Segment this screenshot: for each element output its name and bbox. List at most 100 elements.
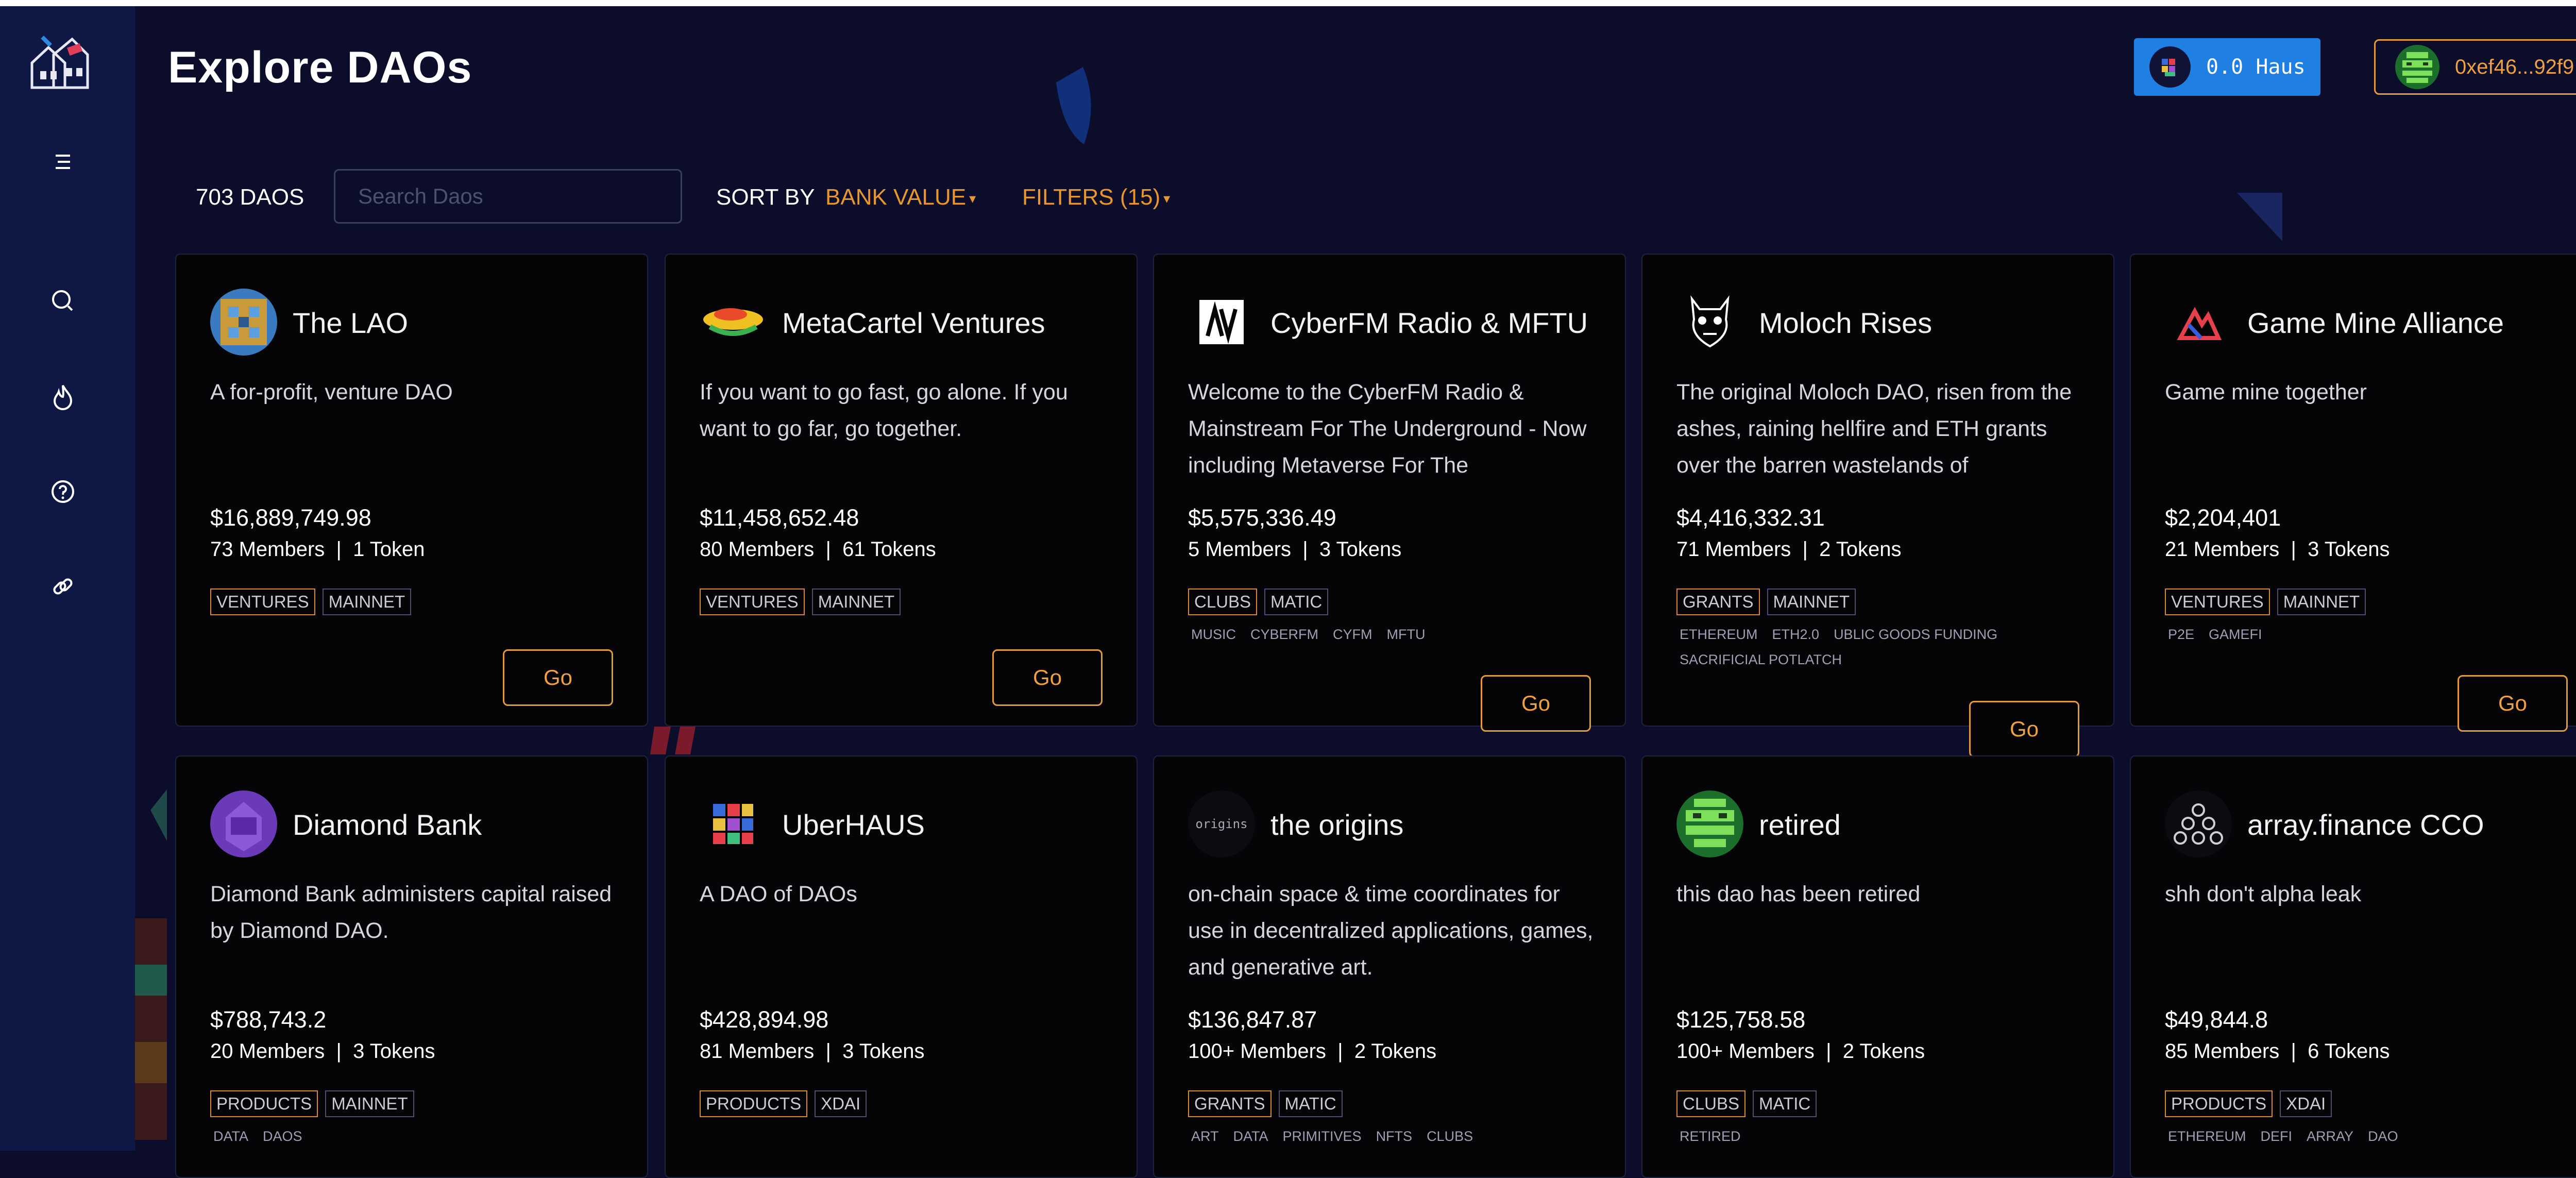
dao-description: Welcome to the CyberFM Radio & Mainstrea… xyxy=(1188,380,1587,478)
window-top-strip xyxy=(0,0,2576,6)
haus-balance-button[interactable]: 0.0 Haus xyxy=(2134,38,2320,96)
dao-card: Diamond Bank Diamond Bank administers ca… xyxy=(175,755,648,1178)
dao-tags: VENTURES MAINNET xyxy=(2165,588,2366,615)
dao-tags: PRODUCTS XDAI xyxy=(2165,1090,2332,1117)
purpose-tag: VENTURES xyxy=(700,588,805,615)
dao-keywords: ART DATA PRIMITIVES NFTS CLUBS xyxy=(1191,1129,1614,1145)
dao-name: MetaCartel Ventures xyxy=(782,307,1045,339)
keyword: ARRAY xyxy=(2307,1129,2354,1144)
dao-stats: 100+ Members | 2 Tokens xyxy=(1188,1040,1437,1063)
keyword: DAO xyxy=(2368,1129,2398,1144)
chevron-down-icon: ▾ xyxy=(1163,190,1171,206)
daohaus-logo[interactable] xyxy=(25,32,93,94)
dao-name: The LAO xyxy=(293,307,409,339)
dao-bank-value: $11,458,652.48 xyxy=(700,504,859,531)
sidebar xyxy=(0,6,135,1151)
dao-card: array.finance CCO shh don't alpha leak $… xyxy=(2130,755,2576,1178)
dao-keywords: P2E GAMEFI xyxy=(2168,627,2576,643)
network-tag: MATIC xyxy=(1753,1090,1817,1117)
purpose-tag: PRODUCTS xyxy=(210,1090,318,1117)
dao-bank-value: $428,894.98 xyxy=(700,1006,829,1033)
dao-avatar xyxy=(700,790,767,857)
dao-tags: VENTURES MAINNET xyxy=(210,588,412,615)
link-icon[interactable] xyxy=(42,566,83,607)
chevron-down-icon: ▾ xyxy=(969,190,976,206)
filters-dropdown[interactable]: FILTERS (15) ▾ xyxy=(1022,184,1170,210)
purpose-tag: GRANTS xyxy=(1676,588,1760,615)
dao-tags: VENTURES MAINNET xyxy=(700,588,901,615)
dao-name: UberHAUS xyxy=(782,809,925,841)
dao-stats: 100+ Members | 2 Tokens xyxy=(1676,1040,1925,1063)
purpose-tag: GRANTS xyxy=(1188,1090,1272,1117)
go-button[interactable]: Go xyxy=(1969,701,2079,758)
dao-name: retired xyxy=(1759,809,1841,841)
dao-bank-value: $2,204,401 xyxy=(2165,504,2281,531)
dao-keywords: MUSIC CYBERFM CYFM MFTU xyxy=(1191,627,1614,643)
keyword: NFTS xyxy=(1376,1129,1413,1144)
purpose-tag: CLUBS xyxy=(1188,588,1258,615)
dao-avatar: origins xyxy=(1188,790,1255,857)
dao-bank-value: $136,847.87 xyxy=(1188,1006,1317,1033)
dao-stats: 73 Members | 1 Token xyxy=(210,538,425,561)
sort-dropdown[interactable]: BANK VALUE ▾ xyxy=(825,184,976,210)
filters-label: FILTERS (15) xyxy=(1022,184,1161,210)
keyword: DATA xyxy=(1233,1129,1268,1144)
uberhaus-icon xyxy=(2149,46,2191,88)
dao-bank-value: $16,889,749.98 xyxy=(210,504,371,531)
haus-balance-label: 0.0 Haus xyxy=(2206,55,2306,79)
keyword: MUSIC xyxy=(1191,627,1236,642)
sort-by-label: SORT BY xyxy=(716,184,815,210)
purpose-tag: PRODUCTS xyxy=(700,1090,808,1117)
help-circle-icon[interactable] xyxy=(42,471,83,512)
dao-tags: CLUBS MATIC xyxy=(1676,1090,1817,1117)
dao-bank-value: $788,743.2 xyxy=(210,1006,327,1033)
go-button[interactable]: Go xyxy=(992,649,1103,706)
keyword: DATA xyxy=(213,1129,249,1144)
dao-card: The LAO A for-profit, venture DAO $16,88… xyxy=(175,254,648,727)
go-button[interactable]: Go xyxy=(503,649,613,706)
search-input[interactable] xyxy=(334,169,682,224)
keyword: DEFI xyxy=(2260,1129,2293,1144)
dao-description: A DAO of DAOs xyxy=(700,882,857,906)
wallet-address-button[interactable]: 0xef46...92f9 xyxy=(2374,39,2576,95)
dao-stats: 85 Members | 6 Tokens xyxy=(2165,1040,2390,1063)
dao-bank-value: $49,844.8 xyxy=(2165,1006,2268,1033)
dao-description: If you want to go fast, go alone. If you… xyxy=(700,380,1068,441)
dao-description: shh don't alpha leak xyxy=(2165,882,2362,906)
dao-tags: PRODUCTS XDAI xyxy=(700,1090,867,1117)
dao-card: MetaCartel Ventures If you want to go fa… xyxy=(665,254,1138,727)
dao-card: UberHAUS A DAO of DAOs $428,894.98 81 Me… xyxy=(665,755,1138,1178)
keyword: MFTU xyxy=(1386,627,1426,642)
dao-name: CyberFM Radio & MFTU xyxy=(1270,307,1588,339)
dao-avatar xyxy=(2165,790,2232,857)
dao-name: Diamond Bank xyxy=(293,809,482,841)
network-tag: XDAI xyxy=(815,1090,867,1117)
purpose-tag: CLUBS xyxy=(1676,1090,1746,1117)
dao-keywords: RETIRED xyxy=(1680,1129,2102,1145)
network-tag: MAINNET xyxy=(322,588,412,615)
search-icon[interactable] xyxy=(42,280,83,322)
network-tag: MATIC xyxy=(1264,588,1329,615)
dao-card: retired this dao has been retired $125,7… xyxy=(1641,755,2114,1178)
go-button[interactable]: Go xyxy=(1481,675,1591,732)
flame-icon[interactable] xyxy=(42,376,83,417)
wallet-avatar-icon xyxy=(2395,45,2439,89)
hamburger-menu-icon[interactable] xyxy=(42,141,83,182)
go-button[interactable]: Go xyxy=(2458,675,2568,732)
dao-bank-value: $4,416,332.31 xyxy=(1676,504,1825,531)
network-tag: MAINNET xyxy=(2277,588,2366,615)
dao-card: CyberFM Radio & MFTU Welcome to the Cybe… xyxy=(1153,254,1626,732)
purpose-tag: VENTURES xyxy=(210,588,315,615)
dao-description: on-chain space & time coordinates for us… xyxy=(1188,882,1594,980)
dao-name: Game Mine Alliance xyxy=(2247,307,2504,339)
dao-card: Game Mine Alliance Game mine together $2… xyxy=(2130,254,2576,732)
keyword: ETHEREUM xyxy=(1680,627,1758,642)
network-tag: MAINNET xyxy=(1767,588,1856,615)
keyword: CYBERFM xyxy=(1250,627,1319,642)
dao-keywords: ETHEREUM DEFI ARRAY DAO xyxy=(2168,1129,2576,1145)
keyword: UBLIC GOODS FUNDING xyxy=(1834,627,1998,642)
page-title: Explore DAOs xyxy=(168,43,472,92)
keyword: ETHEREUM xyxy=(2168,1129,2246,1144)
dao-bank-value: $5,575,336.49 xyxy=(1188,504,1336,531)
network-tag: MAINNET xyxy=(325,1090,414,1117)
